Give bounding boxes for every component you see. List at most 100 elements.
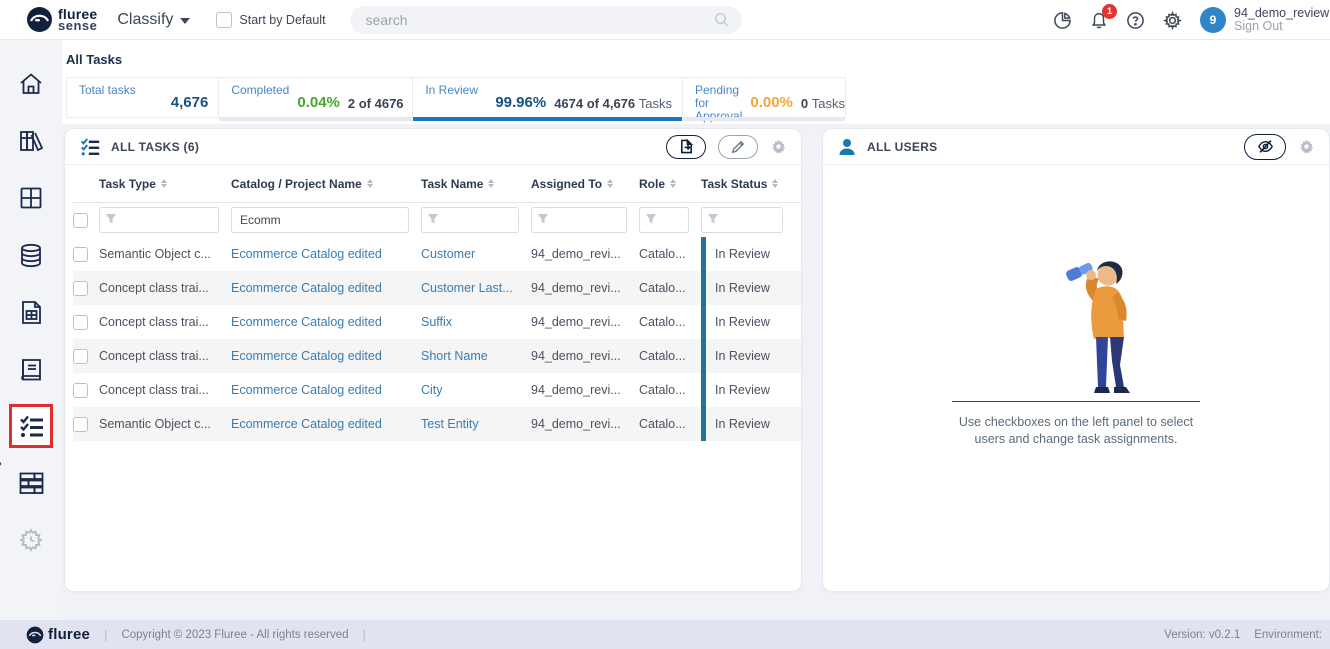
sidebar-item-pipelines[interactable] bbox=[9, 461, 53, 505]
task-row[interactable]: Semantic Object c... Ecommerce Catalog e… bbox=[73, 237, 801, 271]
home-icon bbox=[18, 71, 44, 97]
stat-pending-approval[interactable]: Pending for Approval 0.00% 0 Tasks bbox=[683, 78, 845, 117]
notification-badge: 1 bbox=[1102, 4, 1117, 19]
column-header-catalog[interactable]: Catalog / Project Name bbox=[231, 177, 421, 191]
catalog-link[interactable]: Ecommerce Catalog edited bbox=[231, 315, 421, 329]
hide-users-button[interactable] bbox=[1244, 134, 1286, 160]
select-all-checkbox[interactable] bbox=[73, 213, 88, 228]
catalog-link[interactable]: Ecommerce Catalog edited bbox=[231, 383, 421, 397]
sidebar-item-home[interactable] bbox=[9, 62, 53, 106]
stat-detail: 4674 of 4,676 Tasks bbox=[554, 96, 672, 111]
status-indicator-bar bbox=[701, 237, 706, 271]
task-name-link[interactable]: Suffix bbox=[421, 315, 531, 329]
catalog-link[interactable]: Ecommerce Catalog edited bbox=[231, 417, 421, 431]
status-cell: In Review bbox=[701, 407, 801, 441]
environment-label: Environment: bbox=[1254, 629, 1322, 641]
row-checkbox[interactable] bbox=[73, 417, 88, 432]
task-name-link[interactable]: City bbox=[421, 383, 531, 397]
task-name-link[interactable]: Short Name bbox=[421, 349, 531, 363]
settings-history-icon bbox=[18, 527, 44, 553]
task-row[interactable]: Concept class trai... Ecommerce Catalog … bbox=[73, 305, 801, 339]
tasks-settings-gear-icon[interactable] bbox=[770, 138, 787, 155]
row-checkbox[interactable] bbox=[73, 383, 88, 398]
users-panel-title: ALL USERS bbox=[867, 140, 938, 154]
row-checkbox[interactable] bbox=[73, 247, 88, 262]
stat-detail: 2 of 4676 bbox=[348, 96, 404, 111]
table-header-row: Task Type Catalog / Project Name Task Na… bbox=[73, 165, 801, 203]
sidebar-item-catalogs[interactable] bbox=[9, 176, 53, 220]
catalog-link[interactable]: Ecommerce Catalog edited bbox=[231, 349, 421, 363]
stat-percent: 0.04% bbox=[297, 94, 340, 111]
stat-in-review[interactable]: In Review 99.96% 4674 of 4,676 Tasks bbox=[413, 78, 683, 117]
usage-chart-icon[interactable] bbox=[1053, 11, 1072, 30]
sort-icon bbox=[161, 179, 167, 188]
row-checkbox[interactable] bbox=[73, 349, 88, 364]
status-indicator-bar bbox=[701, 339, 706, 373]
catalog-link[interactable]: Ecommerce Catalog edited bbox=[231, 247, 421, 261]
footer-divider: | bbox=[363, 627, 366, 642]
task-row[interactable]: Concept class trai... Ecommerce Catalog … bbox=[73, 271, 801, 305]
column-header-role[interactable]: Role bbox=[639, 177, 701, 191]
status-indicator-bar bbox=[701, 305, 706, 339]
column-header-task-type[interactable]: Task Type bbox=[99, 177, 231, 191]
task-name-link[interactable]: Customer bbox=[421, 247, 531, 261]
edit-tasks-button[interactable] bbox=[718, 135, 758, 159]
sidebar-item-glossary[interactable] bbox=[9, 347, 53, 391]
start-by-default-option: Start by Default bbox=[216, 12, 325, 28]
stat-completed[interactable]: Completed 0.04% 2 of 4676 bbox=[219, 78, 413, 117]
copyright-text: Copyright © 2023 Fluree - All rights res… bbox=[121, 629, 348, 641]
row-checkbox[interactable] bbox=[73, 315, 88, 330]
task-row[interactable]: Semantic Object c... Ecommerce Catalog e… bbox=[73, 407, 801, 441]
task-row[interactable]: Concept class trai... Ecommerce Catalog … bbox=[73, 339, 801, 373]
filter-catalog-input[interactable] bbox=[231, 207, 409, 233]
filter-task-type-input[interactable] bbox=[99, 207, 219, 233]
catalog-link[interactable]: Ecommerce Catalog edited bbox=[231, 281, 421, 295]
export-document-icon bbox=[679, 139, 694, 154]
sidebar-item-tasks[interactable] bbox=[9, 404, 53, 448]
filter-funnel-icon bbox=[645, 213, 657, 225]
column-header-task-name[interactable]: Task Name bbox=[421, 177, 531, 191]
column-header-assigned-to[interactable]: Assigned To bbox=[531, 177, 639, 191]
stat-label: Completed bbox=[231, 84, 289, 97]
global-search bbox=[350, 6, 742, 34]
export-tasks-button[interactable] bbox=[666, 135, 706, 159]
start-by-default-checkbox[interactable] bbox=[216, 12, 232, 28]
task-name-link[interactable]: Customer Last... bbox=[421, 281, 531, 295]
eye-off-icon bbox=[1257, 139, 1274, 154]
sidebar-item-reports[interactable] bbox=[9, 290, 53, 334]
help-icon[interactable] bbox=[1126, 11, 1145, 30]
row-checkbox[interactable] bbox=[73, 281, 88, 296]
sign-out-link[interactable]: Sign Out bbox=[1234, 20, 1330, 33]
assigned-to-cell: 94_demo_revi... bbox=[531, 349, 639, 363]
users-settings-gear-icon[interactable] bbox=[1298, 138, 1315, 155]
classify-menu-label: Classify bbox=[117, 11, 173, 29]
notifications-bell-icon[interactable]: 1 bbox=[1090, 11, 1108, 30]
role-cell: Catalo... bbox=[639, 281, 701, 295]
stat-total-tasks[interactable]: Total tasks 4,676 bbox=[67, 78, 219, 117]
sidebar-item-settings-history[interactable] bbox=[9, 518, 53, 562]
stat-label: Total tasks bbox=[79, 84, 136, 97]
column-header-task-status[interactable]: Task Status bbox=[701, 177, 801, 191]
sidebar-expander-chevron-icon[interactable]: › bbox=[0, 458, 2, 470]
status-indicator-bar bbox=[701, 373, 706, 407]
empty-state-message: Use checkboxes on the left panel to sele… bbox=[959, 414, 1193, 448]
sort-icon bbox=[367, 179, 373, 188]
task-row[interactable]: Concept class trai... Ecommerce Catalog … bbox=[73, 373, 801, 407]
search-input[interactable] bbox=[366, 12, 714, 28]
user-avatar[interactable]: 9 bbox=[1200, 7, 1226, 33]
status-cell: In Review bbox=[701, 339, 801, 373]
classify-menu[interactable]: Classify bbox=[117, 11, 190, 29]
status-indicator-bar bbox=[701, 407, 706, 441]
settings-gear-icon[interactable] bbox=[1163, 11, 1182, 30]
all-users-panel: ALL USERS bbox=[822, 128, 1330, 592]
footer-logo-text: fluree bbox=[48, 626, 90, 643]
sidebar-item-library[interactable] bbox=[9, 119, 53, 163]
stat-underline-active bbox=[413, 117, 682, 121]
page-title: All Tasks bbox=[66, 52, 1330, 67]
library-books-icon bbox=[18, 128, 45, 154]
task-name-link[interactable]: Test Entity bbox=[421, 417, 531, 431]
footer: fluree | Copyright © 2023 Fluree - All r… bbox=[0, 620, 1330, 649]
sidebar-item-datasets[interactable] bbox=[9, 233, 53, 277]
grid-icon bbox=[18, 185, 44, 211]
task-type-cell: Concept class trai... bbox=[99, 349, 231, 363]
